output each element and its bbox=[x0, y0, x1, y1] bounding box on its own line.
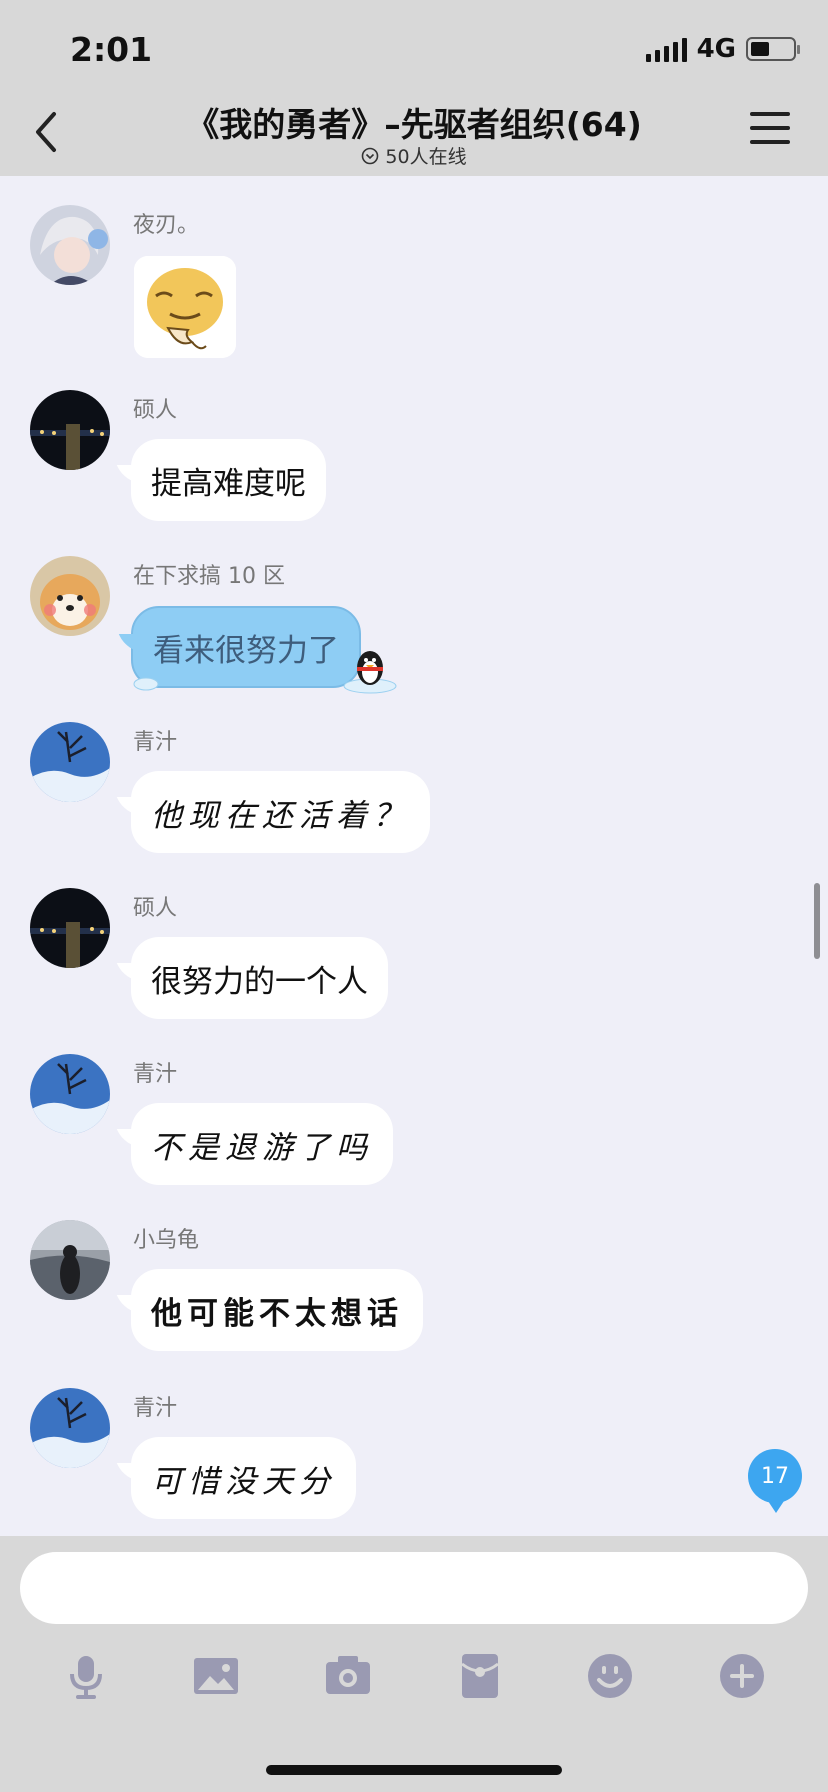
avatar[interactable] bbox=[30, 390, 110, 470]
sender-name: 青汁 bbox=[133, 1062, 178, 1087]
cloud-decoration-icon bbox=[133, 677, 159, 691]
message-bubble[interactable]: 他现在还活着？ bbox=[131, 771, 430, 853]
battery-icon bbox=[746, 37, 800, 61]
message-bubble[interactable]: 很努力的一个人 bbox=[131, 937, 388, 1019]
message-bubble[interactable]: 可惜没天分 bbox=[131, 1437, 356, 1519]
online-status[interactable]: 50人在线 bbox=[0, 142, 828, 169]
top-bar: 2:01 4G 《我的勇者》–先驱者组织(64) 50人在线 bbox=[0, 0, 828, 176]
avatar[interactable] bbox=[30, 556, 110, 636]
message-bubble[interactable]: 看来很努力了 bbox=[131, 606, 361, 688]
image-icon[interactable] bbox=[190, 1650, 242, 1702]
chevron-circle-icon bbox=[362, 147, 379, 164]
online-count: 50人在线 bbox=[385, 146, 467, 168]
sticker-image[interactable] bbox=[134, 256, 236, 358]
avatar[interactable] bbox=[30, 1220, 110, 1300]
avatar[interactable] bbox=[30, 1388, 110, 1468]
emoji-icon[interactable] bbox=[584, 1650, 636, 1702]
menu-button[interactable] bbox=[750, 112, 790, 148]
message-bubble[interactable]: 不是退游了吗 bbox=[131, 1103, 393, 1185]
sender-name: 硕人 bbox=[133, 398, 178, 423]
message-input[interactable] bbox=[20, 1552, 808, 1624]
sender-name: 夜刃。 bbox=[133, 213, 200, 238]
avatar[interactable] bbox=[30, 1054, 110, 1134]
avatar[interactable] bbox=[30, 888, 110, 968]
sender-name: 小乌龟 bbox=[133, 1228, 200, 1253]
plus-icon[interactable] bbox=[716, 1650, 768, 1702]
scrollbar[interactable] bbox=[814, 883, 820, 959]
avatar[interactable] bbox=[30, 722, 110, 802]
status-time: 2:01 bbox=[70, 30, 153, 69]
message-bubble[interactable]: 他可能不太想话 bbox=[131, 1269, 423, 1351]
microphone-icon[interactable] bbox=[60, 1650, 112, 1702]
red-packet-icon[interactable] bbox=[454, 1650, 506, 1702]
signal-icon bbox=[645, 36, 687, 62]
sender-name: 青汁 bbox=[133, 1396, 178, 1421]
camera-icon[interactable] bbox=[322, 1650, 374, 1702]
chat-title[interactable]: 《我的勇者》–先驱者组织(64) bbox=[0, 98, 828, 146]
penguin-decoration-icon bbox=[343, 651, 397, 694]
sender-name: 硕人 bbox=[133, 896, 178, 921]
home-indicator[interactable] bbox=[266, 1765, 562, 1775]
message-bubble[interactable]: 提高难度呢 bbox=[131, 439, 326, 521]
input-area bbox=[0, 1536, 828, 1792]
sender-name: 在下求搞 10 区 bbox=[133, 564, 285, 589]
network-type: 4G bbox=[696, 34, 736, 64]
avatar[interactable] bbox=[30, 205, 110, 285]
sender-name: 青汁 bbox=[133, 730, 178, 755]
unread-badge[interactable]: 17 bbox=[748, 1449, 802, 1513]
status-indicators: 4G bbox=[645, 34, 800, 64]
